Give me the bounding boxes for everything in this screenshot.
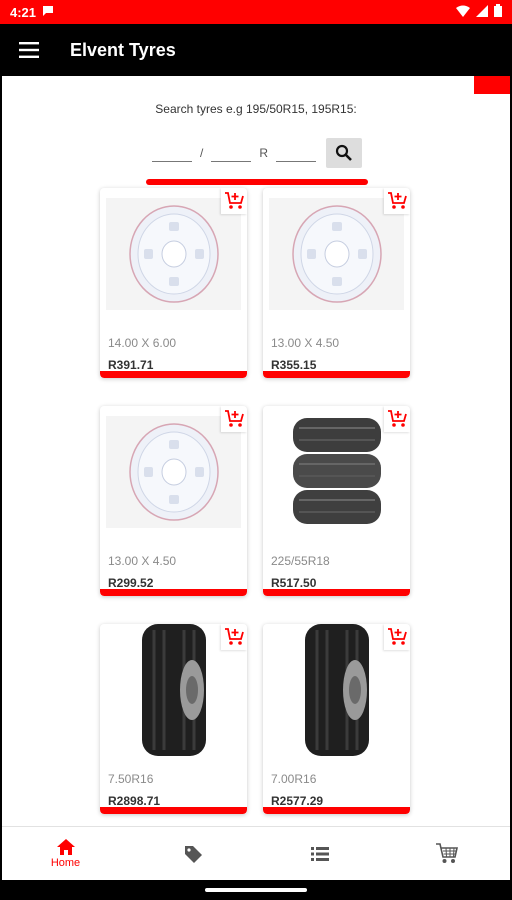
cart-icon: [435, 842, 458, 863]
add-to-cart-button[interactable]: [221, 406, 247, 432]
product-card[interactable]: 225/55R18 R517.50: [263, 406, 410, 596]
product-size: 13.00 X 4.50: [108, 554, 177, 568]
product-card[interactable]: 13.00 X 4.50 R299.52: [100, 406, 247, 596]
width-field[interactable]: [152, 144, 192, 162]
add-to-cart-button[interactable]: [221, 188, 247, 214]
add-to-cart-icon: [225, 628, 244, 645]
nav-cart[interactable]: [383, 827, 510, 880]
product-image[interactable]: [106, 416, 241, 528]
add-to-cart-icon: [225, 410, 244, 427]
search-row: / R: [148, 138, 368, 168]
add-to-cart-icon: [388, 192, 407, 209]
card-accent-bar: [263, 371, 410, 378]
product-image[interactable]: [269, 624, 404, 756]
corner-tab[interactable]: [474, 76, 510, 94]
home-icon: [56, 838, 75, 855]
product-size: 14.00 X 6.00: [108, 336, 177, 350]
search-button[interactable]: [326, 138, 363, 168]
add-to-cart-icon: [388, 410, 407, 427]
product-price: R2898.71: [108, 794, 161, 808]
product-image[interactable]: [269, 416, 404, 528]
hamburger-icon: [19, 42, 39, 58]
menu-button[interactable]: [0, 24, 58, 76]
status-time: 4:21: [10, 4, 37, 20]
battery-icon: [494, 4, 502, 20]
add-to-cart-button[interactable]: [384, 406, 410, 432]
rim-field[interactable]: [276, 144, 317, 162]
product-card[interactable]: 7.50R16 R2898.71: [100, 624, 247, 814]
app-title: Elvent Tyres: [70, 39, 176, 60]
product-price: R355.15: [271, 358, 317, 372]
main-content: Search tyres e.g 195/50R15, 195R15: / R …: [2, 76, 510, 826]
product-image[interactable]: [106, 624, 241, 756]
nav-home-label: Home: [50, 856, 81, 869]
tag-icon: [184, 845, 202, 863]
search-caption: Search tyres e.g 195/50R15, 195R15:: [155, 102, 357, 116]
profile-field[interactable]: [211, 144, 252, 162]
product-card[interactable]: 14.00 X 6.00 R391.71: [100, 188, 247, 378]
product-price: R391.71: [108, 358, 154, 372]
app-bar: Elvent Tyres: [0, 24, 512, 76]
nav-list[interactable]: [256, 827, 383, 880]
product-price: R2577.29: [271, 794, 324, 808]
product-image[interactable]: [106, 198, 241, 310]
add-to-cart-button[interactable]: [384, 188, 410, 214]
wifi-icon: [456, 5, 470, 20]
r-separator: R: [259, 146, 269, 160]
card-accent-bar: [100, 589, 247, 596]
list-icon: [310, 846, 329, 861]
card-accent-bar: [263, 589, 410, 596]
product-size: 7.00R16: [271, 772, 317, 786]
nav-deals[interactable]: [129, 827, 256, 880]
gesture-bar[interactable]: [205, 888, 307, 892]
add-to-cart-icon: [225, 192, 244, 209]
card-accent-bar: [263, 807, 410, 814]
add-to-cart-button[interactable]: [384, 624, 410, 650]
add-to-cart-button[interactable]: [221, 624, 247, 650]
add-to-cart-icon: [388, 628, 407, 645]
status-bar: 4:21: [0, 0, 512, 24]
product-price: R299.52: [108, 576, 154, 590]
search-icon: [335, 144, 352, 161]
product-image[interactable]: [269, 198, 404, 310]
product-card[interactable]: 13.00 X 4.50 R355.15: [263, 188, 410, 378]
product-price: R517.50: [271, 576, 317, 590]
signal-icon: [476, 4, 488, 20]
product-size: 7.50R16: [108, 772, 154, 786]
slash-separator: /: [200, 146, 204, 160]
search-underline: [146, 179, 368, 185]
message-icon: [42, 5, 54, 20]
product-size: 13.00 X 4.50: [271, 336, 340, 350]
card-accent-bar: [100, 371, 247, 378]
product-card[interactable]: 7.00R16 R2577.29: [263, 624, 410, 814]
bottom-nav: Home: [2, 826, 510, 880]
product-size: 225/55R18: [271, 554, 330, 568]
nav-home[interactable]: Home: [2, 827, 129, 880]
card-accent-bar: [100, 807, 247, 814]
